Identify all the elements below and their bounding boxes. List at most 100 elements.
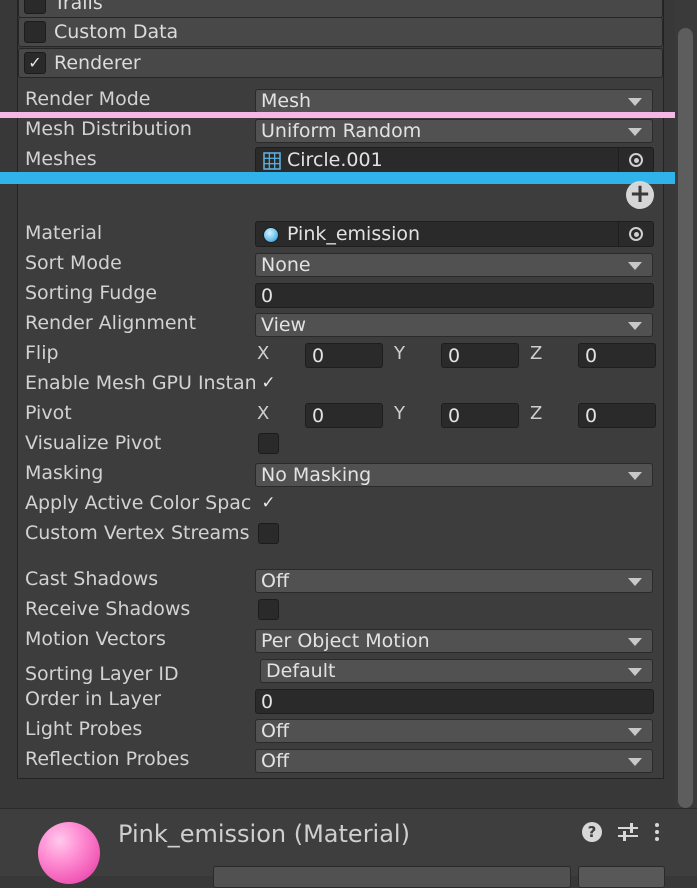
mesh-grid-icon	[263, 152, 281, 170]
cast-shadows-value: Off	[261, 570, 290, 592]
order-in-layer-value: 0	[261, 691, 274, 713]
flip-z-value: 0	[585, 345, 598, 367]
receive-shadows-label: Receive Shadows	[25, 598, 191, 620]
material-footer-title: Pink_emission (Material)	[118, 820, 410, 848]
cast-shadows-label: Cast Shadows	[25, 568, 159, 590]
enable-mesh-gpu-instancing-label: Enable Mesh GPU Instan	[25, 372, 255, 394]
sorting-layer-id-value: Default	[266, 660, 336, 682]
mesh-distribution-value: Uniform Random	[261, 120, 422, 142]
motion-vectors-label: Motion Vectors	[25, 628, 166, 650]
light-probes-label: Light Probes	[25, 718, 143, 740]
renderer-module-checkbox[interactable]: ✓	[24, 52, 46, 74]
flip-z-axis-label: Z	[530, 343, 543, 364]
render-alignment-dropdown[interactable]: View	[255, 313, 653, 337]
pivot-y-value: 0	[448, 405, 461, 427]
receive-shadows-checkbox[interactable]	[258, 599, 279, 620]
chevron-down-icon	[628, 668, 642, 676]
target-icon	[629, 153, 643, 167]
light-probes-value: Off	[261, 720, 290, 742]
flip-x-value: 0	[312, 345, 325, 367]
material-sphere-icon	[263, 227, 279, 243]
help-icon[interactable]: ?	[582, 822, 602, 842]
kebab-menu-icon[interactable]	[654, 823, 660, 841]
motion-vectors-dropdown[interactable]: Per Object Motion	[255, 629, 653, 653]
custom-data-module-header[interactable]: Custom Data	[18, 17, 663, 47]
flip-x-field[interactable]: 0	[305, 343, 383, 368]
edit-shader-button-partial[interactable]	[578, 866, 665, 888]
custom-data-module-checkbox[interactable]	[24, 21, 46, 43]
shader-dropdown-partial[interactable]	[213, 866, 571, 888]
visualize-pivot-checkbox[interactable]	[258, 433, 279, 454]
motion-vectors-value: Per Object Motion	[261, 630, 430, 652]
flip-y-field[interactable]: 0	[441, 343, 519, 368]
visualize-pivot-label: Visualize Pivot	[25, 432, 162, 454]
reflection-probes-dropdown[interactable]: Off	[255, 749, 653, 773]
flip-y-axis-label: Y	[394, 343, 405, 364]
chevron-down-icon	[628, 758, 642, 766]
target-icon	[629, 227, 643, 241]
cast-shadows-dropdown[interactable]: Off	[255, 569, 653, 593]
renderer-module-header[interactable]: ✓ Renderer	[18, 48, 663, 78]
trails-module-label: Trails	[54, 0, 103, 14]
material-object-field[interactable]: Pink_emission	[255, 221, 654, 247]
sorting-fudge-field[interactable]: 0	[255, 283, 654, 308]
pivot-x-value: 0	[312, 405, 325, 427]
trails-module-checkbox[interactable]	[24, 0, 46, 14]
mesh-distribution-dropdown[interactable]: Uniform Random	[255, 119, 653, 143]
add-mesh-button[interactable]: +	[626, 181, 654, 209]
light-probes-dropdown[interactable]: Off	[255, 719, 653, 743]
sorting-fudge-label: Sorting Fudge	[25, 282, 158, 304]
masking-value: No Masking	[261, 464, 372, 486]
inspector-scrollbar-thumb[interactable]	[678, 28, 693, 808]
material-value: Pink_emission	[287, 223, 421, 245]
sorting-layer-id-dropdown[interactable]: Default	[260, 659, 653, 683]
object-picker-button[interactable]	[618, 222, 653, 246]
pivot-y-axis-label: Y	[394, 403, 405, 424]
masking-label: Masking	[25, 462, 104, 484]
sort-mode-label: Sort Mode	[25, 252, 122, 274]
reflection-probes-label: Reflection Probes	[25, 748, 190, 770]
masking-dropdown[interactable]: No Masking	[255, 463, 653, 487]
apply-active-color-space-checkbox[interactable]: ✓	[258, 493, 279, 514]
chevron-down-icon	[628, 128, 642, 136]
pivot-y-field[interactable]: 0	[441, 403, 519, 428]
pivot-x-field[interactable]: 0	[305, 403, 383, 428]
order-in-layer-label: Order in Layer	[25, 688, 162, 710]
sort-mode-dropdown[interactable]: None	[255, 253, 653, 277]
custom-vertex-streams-label: Custom Vertex Streams	[25, 522, 250, 544]
blue-annotation-line	[0, 172, 697, 184]
render-alignment-value: View	[261, 314, 307, 336]
chevron-down-icon	[628, 578, 642, 586]
renderer-module-label: Renderer	[54, 52, 141, 74]
custom-data-module-label: Custom Data	[54, 21, 179, 43]
order-in-layer-field[interactable]: 0	[255, 689, 654, 714]
pivot-z-value: 0	[585, 405, 598, 427]
render-mode-dropdown[interactable]: Mesh	[255, 89, 653, 113]
flip-z-field[interactable]: 0	[578, 343, 656, 368]
flip-x-axis-label: X	[257, 343, 270, 364]
chevron-down-icon	[628, 322, 642, 330]
trails-module-header[interactable]: Trails	[18, 0, 663, 18]
enable-mesh-gpu-instancing-checkbox[interactable]: ✓	[258, 373, 279, 394]
render-mode-value: Mesh	[261, 90, 312, 112]
pivot-z-field[interactable]: 0	[578, 403, 656, 428]
render-mode-label: Render Mode	[25, 88, 151, 110]
sort-mode-value: None	[261, 254, 311, 276]
chevron-down-icon	[628, 472, 642, 480]
sorting-layer-id-label: Sorting Layer ID	[25, 663, 179, 685]
custom-vertex-streams-checkbox[interactable]	[258, 523, 279, 544]
reflection-probes-value: Off	[261, 750, 290, 772]
pivot-x-axis-label: X	[257, 403, 270, 424]
render-alignment-label: Render Alignment	[25, 312, 197, 334]
flip-label: Flip	[25, 342, 59, 364]
sorting-fudge-value: 0	[261, 285, 274, 307]
chevron-down-icon	[628, 98, 642, 106]
meshes-object-field[interactable]: Circle.001	[255, 147, 654, 173]
object-picker-button[interactable]	[618, 148, 653, 172]
meshes-value: Circle.001	[287, 149, 383, 171]
chevron-down-icon	[628, 638, 642, 646]
flip-y-value: 0	[448, 345, 461, 367]
meshes-label: Meshes	[25, 148, 97, 170]
presets-sliders-icon[interactable]	[618, 822, 638, 842]
pivot-label: Pivot	[25, 402, 72, 424]
